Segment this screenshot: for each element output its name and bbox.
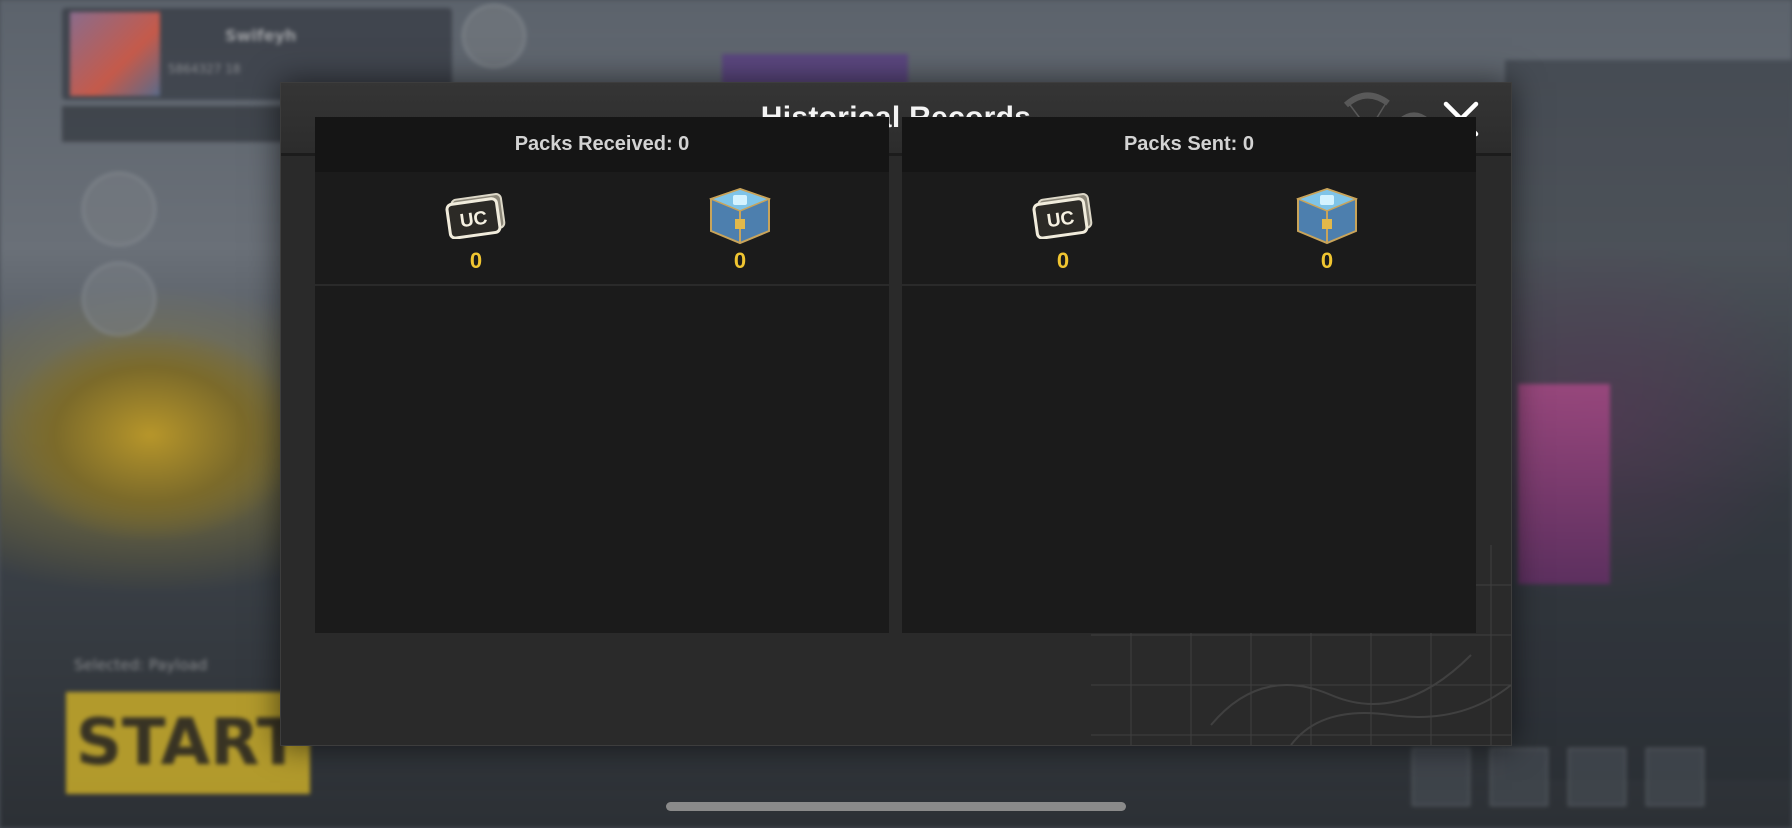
- packs-received-panel: Packs Received: 0 UC 0 0: [315, 117, 889, 633]
- sent-uc-item: UC 0: [1018, 186, 1108, 274]
- mode-label: Selected: Payload: [74, 656, 208, 674]
- crate-icon: [1282, 186, 1372, 245]
- promo-card: [1518, 384, 1610, 584]
- event-banner: [722, 54, 908, 84]
- start-button: START: [66, 692, 310, 794]
- player-avatar: [70, 12, 160, 96]
- packs-received-items: UC 0 0: [315, 172, 889, 286]
- packs-sent-header: Packs Sent: 0: [902, 117, 1476, 172]
- sent-crate-count: 0: [1320, 248, 1334, 273]
- received-crate-item: 0: [695, 186, 785, 274]
- vehicle-image: [0, 330, 300, 540]
- camera-icon: [1568, 748, 1626, 806]
- received-uc-count: 0: [469, 248, 483, 273]
- received-crate-count: 0: [733, 248, 747, 273]
- received-uc-item: UC 0: [431, 186, 521, 274]
- uc-icon: UC: [1018, 186, 1108, 244]
- player-name: Swifeyh: [225, 26, 297, 45]
- sent-uc-count: 0: [1056, 248, 1070, 273]
- packs-sent-panel: Packs Sent: 0 UC 0 0: [902, 117, 1476, 633]
- crate-icon: [695, 186, 785, 245]
- packs-received-header: Packs Received: 0: [315, 117, 889, 172]
- upgrade-icon: [1646, 748, 1704, 806]
- packs-sent-items: UC 0 0: [902, 172, 1476, 286]
- home-indicator[interactable]: [666, 802, 1126, 811]
- wardrobe-icon: [1490, 748, 1548, 806]
- svg-text:UC: UC: [1046, 208, 1076, 233]
- uc-icon: UC: [431, 186, 521, 244]
- sent-crate-item: 0: [1282, 186, 1372, 274]
- share-icon: [82, 172, 156, 246]
- player-id: 5864327 18: [168, 62, 241, 76]
- settings-circle-icon: [462, 4, 526, 68]
- gift-icon: [1412, 748, 1470, 806]
- svg-text:UC: UC: [459, 208, 489, 233]
- menu-circle-icon: [82, 262, 156, 336]
